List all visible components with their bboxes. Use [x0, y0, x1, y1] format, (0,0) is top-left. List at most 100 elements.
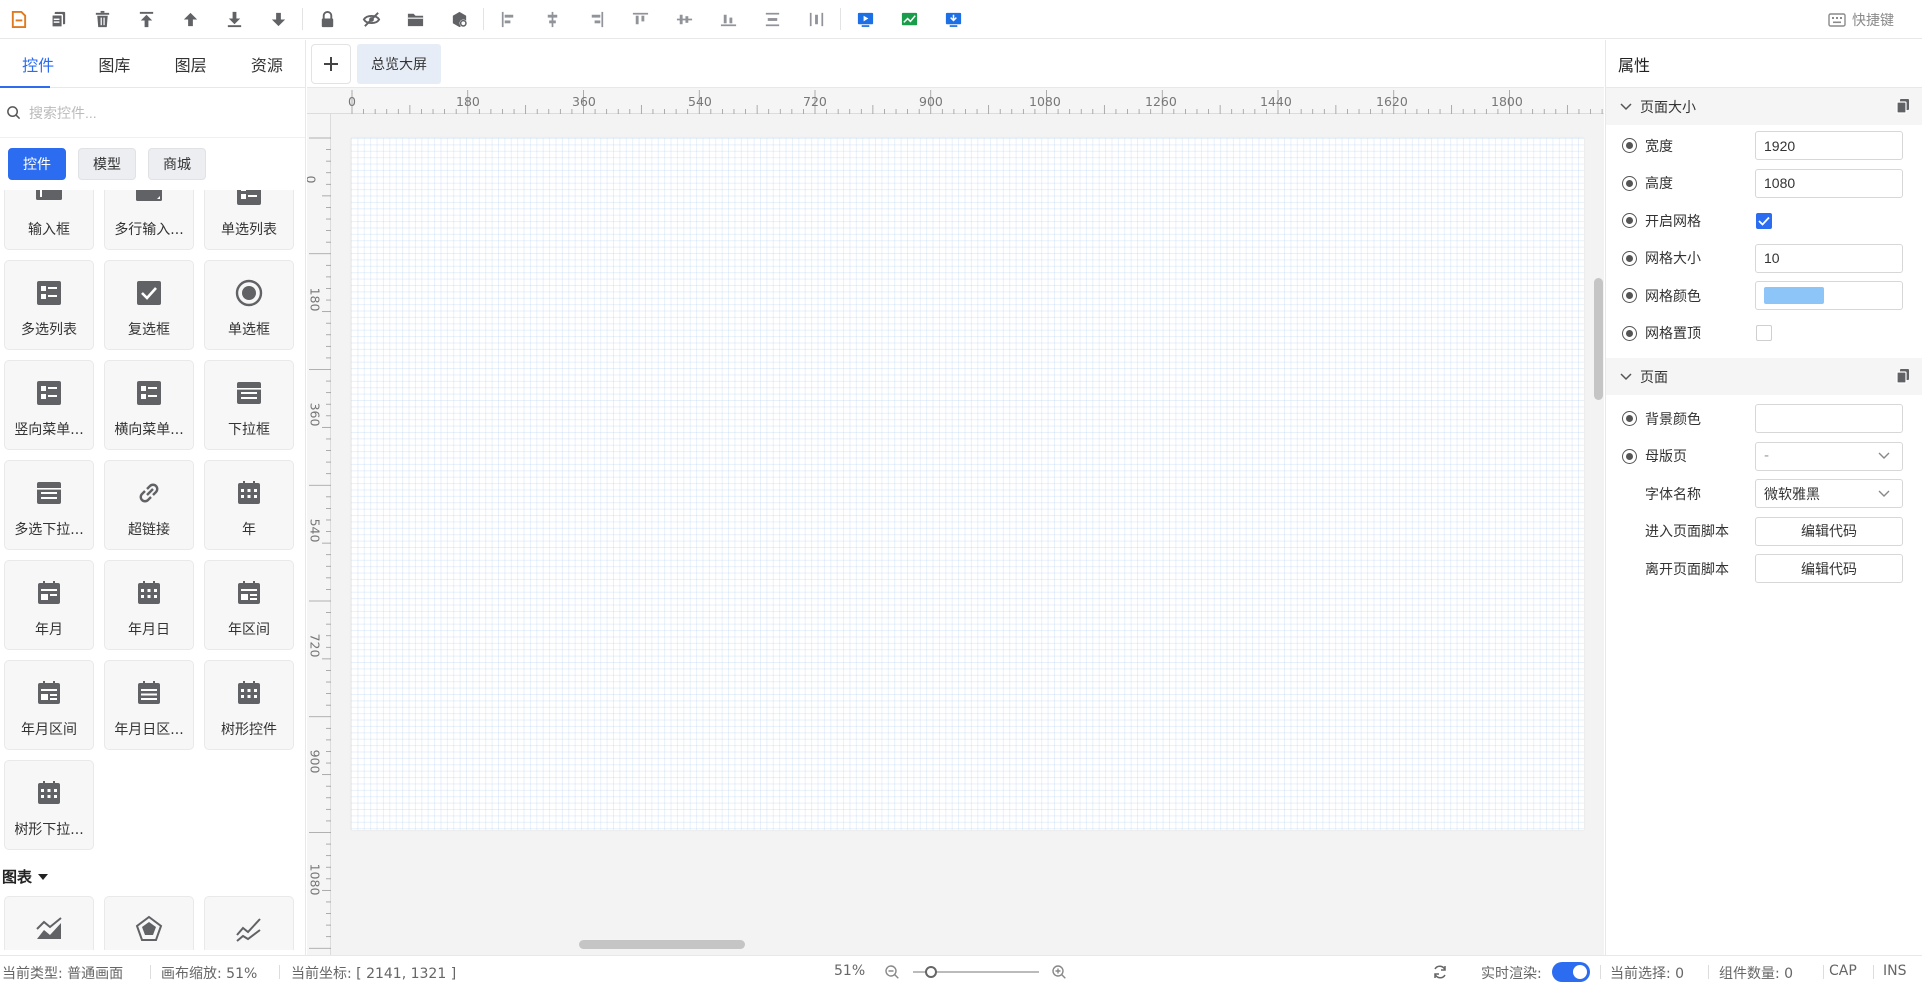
binding-radio[interactable] [1622, 175, 1637, 191]
shortcut-button[interactable]: 快捷键 [1828, 10, 1894, 30]
control-multi-dropdown[interactable]: 多选下拉... [4, 460, 94, 550]
category-controls-button[interactable]: 控件 [8, 148, 66, 180]
align-middle-icon[interactable] [662, 0, 706, 39]
chart-line-item[interactable] [204, 896, 294, 950]
control-input[interactable]: 输入框 [4, 190, 94, 250]
distribute-vertical-icon[interactable] [794, 0, 838, 39]
lock-icon[interactable] [305, 0, 349, 39]
radio-icon [235, 279, 263, 307]
binding-radio[interactable] [1622, 411, 1637, 427]
zoom-slider-knob[interactable] [925, 966, 937, 978]
copy-icon[interactable] [1896, 368, 1910, 384]
control-label: 复选框 [128, 322, 170, 338]
control-single-list[interactable]: 单选列表 [204, 190, 294, 250]
control-dropdown[interactable]: 下拉框 [204, 360, 294, 450]
control-year-range[interactable]: 年区间 [204, 560, 294, 650]
dropdown-icon [237, 382, 261, 404]
realtime-label: 实时渲染: [1481, 966, 1542, 982]
control-tree[interactable]: 树形控件 [204, 660, 294, 750]
align-bottom-icon[interactable] [706, 0, 750, 39]
chevron-down-icon [1878, 490, 1890, 497]
control-vertical-menu[interactable]: 竖向菜单... [4, 360, 94, 450]
component-settings-icon[interactable] [437, 0, 481, 39]
category-store-button[interactable]: 商城 [148, 148, 206, 180]
horizontal-scrollbar[interactable] [579, 940, 745, 949]
width-field[interactable] [1764, 137, 1884, 154]
tab-controls[interactable]: 控件 [0, 40, 76, 88]
chart-radar-item[interactable] [104, 896, 194, 950]
folder-icon[interactable] [393, 0, 437, 39]
master-select[interactable]: - [1755, 441, 1903, 471]
page-tab-overview[interactable]: 总览大屏 [357, 43, 441, 84]
chart-section-header[interactable]: 图表 [2, 866, 49, 887]
refresh-icon[interactable] [1432, 964, 1448, 980]
delete-icon[interactable] [80, 0, 124, 39]
input-icon [36, 190, 62, 200]
control-year-month-range[interactable]: 年月区间 [4, 660, 94, 750]
insert-mode-indicator: INS [1883, 963, 1907, 979]
keyboard-icon [1828, 13, 1846, 27]
section-page[interactable]: 页面 [1606, 358, 1922, 395]
control-year[interactable]: 年 [204, 460, 294, 550]
distribute-horizontal-icon[interactable] [750, 0, 794, 39]
move-up-icon[interactable] [168, 0, 212, 39]
chart-icon[interactable] [887, 0, 931, 39]
grid-top-checkbox[interactable] [1756, 325, 1772, 342]
control-tree-dropdown[interactable]: 树形下拉... [4, 760, 94, 850]
control-multi-list[interactable]: 多选列表 [4, 260, 94, 350]
align-top-icon[interactable] [618, 0, 662, 39]
publish-icon[interactable] [931, 0, 975, 39]
realtime-toggle[interactable] [1552, 962, 1590, 982]
tab-resources[interactable]: 资源 [229, 40, 305, 87]
control-label: 多选下拉... [14, 522, 84, 538]
control-label: 超链接 [128, 522, 170, 538]
height-field-wrap [1755, 168, 1903, 198]
control-date-range[interactable]: 年月日区... [104, 660, 194, 750]
move-bottom-icon[interactable] [256, 0, 300, 39]
vertical-scrollbar[interactable] [1594, 278, 1603, 400]
zoom-out-icon[interactable] [884, 964, 900, 980]
font-select[interactable]: 微软雅黑 [1755, 479, 1903, 509]
zoom-slider[interactable] [913, 966, 1039, 978]
hide-icon[interactable] [349, 0, 393, 39]
align-right-icon[interactable] [574, 0, 618, 39]
search-input[interactable] [29, 104, 289, 121]
binding-radio[interactable] [1622, 448, 1637, 464]
design-canvas[interactable] [351, 138, 1584, 830]
control-date[interactable]: 年月日 [104, 560, 194, 650]
section-page-size[interactable]: 页面大小 [1606, 88, 1922, 125]
category-models-button[interactable]: 模型 [78, 148, 136, 180]
control-year-month[interactable]: 年月 [4, 560, 94, 650]
chart-area-item[interactable] [4, 896, 94, 950]
copy-icon[interactable] [1896, 98, 1910, 114]
control-checkbox[interactable]: 复选框 [104, 260, 194, 350]
control-radio[interactable]: 单选框 [204, 260, 294, 350]
binding-radio[interactable] [1622, 325, 1637, 341]
binding-radio[interactable] [1622, 138, 1637, 154]
move-top-icon[interactable] [124, 0, 168, 39]
prop-label: 高度 [1645, 176, 1673, 193]
add-page-button[interactable] [311, 43, 351, 84]
control-hyperlink[interactable]: 超链接 [104, 460, 194, 550]
tab-layers[interactable]: 图层 [153, 40, 229, 87]
file-icon[interactable] [0, 0, 36, 39]
edit-enter-script-button[interactable]: 编辑代码 [1755, 516, 1903, 546]
align-left-icon[interactable] [486, 0, 530, 39]
preview-icon[interactable] [843, 0, 887, 39]
align-center-icon[interactable] [530, 0, 574, 39]
tab-gallery[interactable]: 图库 [76, 40, 152, 87]
edit-leave-script-button[interactable]: 编辑代码 [1755, 554, 1903, 584]
grid-enable-checkbox[interactable] [1756, 212, 1772, 229]
binding-radio[interactable] [1622, 288, 1637, 304]
height-field[interactable] [1764, 175, 1884, 192]
zoom-in-icon[interactable] [1051, 964, 1067, 980]
binding-radio[interactable] [1622, 250, 1637, 266]
move-down-icon[interactable] [212, 0, 256, 39]
binding-radio[interactable] [1622, 213, 1637, 229]
grid-color-picker[interactable] [1755, 281, 1903, 311]
bg-color-picker[interactable] [1755, 404, 1903, 434]
grid-size-field[interactable] [1764, 250, 1884, 267]
copy-icon[interactable] [36, 0, 80, 39]
control-horizontal-menu[interactable]: 横向菜单... [104, 360, 194, 450]
control-textarea[interactable]: 多行输入... [104, 190, 194, 250]
